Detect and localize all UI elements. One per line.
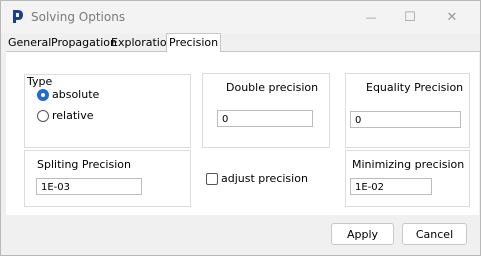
minimize-icon: — xyxy=(365,10,377,24)
minimizing-precision-group: Minimizing precision 1E-02 xyxy=(345,150,470,207)
close-icon: ✕ xyxy=(446,9,458,25)
equality-precision-field[interactable]: 0 xyxy=(350,111,461,128)
maximize-button[interactable]: ☐ xyxy=(387,1,433,33)
type-group: Type absolute relative xyxy=(24,74,191,148)
spliting-precision-label: Spliting Precision xyxy=(37,158,131,171)
title-bar: Solving Options — ☐ ✕ xyxy=(1,1,480,33)
spliting-precision-field[interactable]: 1E-03 xyxy=(36,178,142,195)
window-title: Solving Options xyxy=(31,10,126,24)
tab-bar: General Propagation Exploration Precisio… xyxy=(6,33,480,52)
tab-precision[interactable]: Precision xyxy=(166,33,222,52)
maximize-icon: ☐ xyxy=(404,9,416,25)
radio-relative[interactable] xyxy=(37,110,49,122)
type-label: Type xyxy=(27,75,53,88)
double-precision-group: Double precision 0 xyxy=(202,73,330,148)
close-button[interactable]: ✕ xyxy=(429,1,475,33)
solving-options-dialog: Solving Options — ☐ ✕ General Propagatio… xyxy=(0,0,481,256)
double-precision-label: Double precision xyxy=(226,81,319,94)
cancel-button[interactable]: Cancel xyxy=(402,223,467,245)
double-precision-field[interactable]: 0 xyxy=(217,110,313,127)
minimizing-precision-label: Minimizing precision xyxy=(352,158,465,171)
precision-panel: Type absolute relative Double precision … xyxy=(6,52,479,215)
radio-absolute-label[interactable]: absolute xyxy=(52,88,99,101)
radio-absolute[interactable] xyxy=(37,89,49,101)
tab-general[interactable]: General xyxy=(6,35,53,51)
spliting-precision-group: Spliting Precision 1E-03 xyxy=(24,150,191,207)
minimizing-precision-field[interactable]: 1E-02 xyxy=(350,178,432,195)
adjust-precision-checkbox[interactable] xyxy=(206,173,218,185)
adjust-precision-label[interactable]: adjust precision xyxy=(221,172,308,185)
app-logo-icon xyxy=(13,10,23,23)
equality-precision-label: Equality Precision xyxy=(366,81,464,94)
apply-button[interactable]: Apply xyxy=(331,223,394,245)
equality-precision-group: Equality Precision 0 xyxy=(345,73,470,148)
radio-relative-label[interactable]: relative xyxy=(52,109,94,122)
